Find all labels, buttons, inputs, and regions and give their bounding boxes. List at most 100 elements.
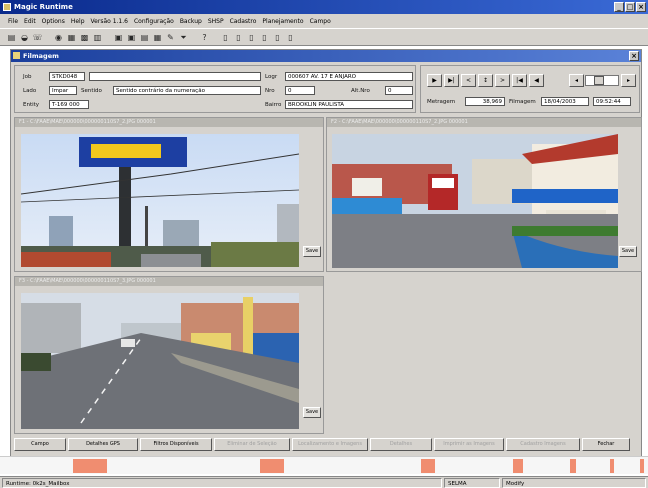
altnro-label: Alt.Nro [351,88,370,94]
photo-pane-title: F2 - C:\FAAE\MAE\000000\000000110S7_2.JP… [327,118,641,127]
eliminar-selecao-button[interactable]: Eliminar de Seleção [214,438,290,451]
action-button-bar: Campo Detalhes GPS Filtros Disponíveis E… [14,438,642,452]
menu-cadastro[interactable]: Cadastro [230,18,257,25]
menu-configuracao[interactable]: Configuração [134,18,174,25]
book-icon[interactable]: ▥ [92,32,103,43]
status-bar: Runtime: 0k2s_Mailbox SELMA Modify [0,476,648,488]
toolbar-separator [212,32,218,43]
back-button[interactable]: ◀ [529,74,544,87]
lado-label: Lado [23,88,37,94]
menu-bar: File Edit Options Help Versão 1.1.6 Conf… [0,14,648,28]
detalhes-gps-button[interactable]: Detalhes GPS [68,438,138,451]
page-icon[interactable]: ▯ [259,32,270,43]
street-photo-3 [21,293,299,429]
timeline-mark[interactable] [610,459,614,473]
save-button[interactable]: Save [303,246,321,257]
scroll-left-button[interactable]: ◂ [569,74,584,87]
minimize-button[interactable]: _ [614,2,624,12]
filmagem-titlebar: Filmagem × [11,50,641,62]
save-button[interactable]: Save [619,246,637,257]
filmagem-date-field[interactable]: 18/04/2003 [541,97,589,106]
timeline-mark[interactable] [260,459,284,473]
campo-button[interactable]: Campo [14,438,66,451]
metragem-field[interactable]: 38,969 [465,97,505,106]
timeline-strip[interactable] [0,456,648,474]
menu-planejamento[interactable]: Planejamento [262,18,303,25]
menu-backup[interactable]: Backup [180,18,202,25]
position-slider[interactable] [585,75,619,86]
page-icon[interactable]: ▯ [233,32,244,43]
toolbar: ▤ ◒ ☏ ◉ ▦ ▩ ▥ ▣ ▣ ▤ ▦ ✎ ⏷ ? ▯ ▯ ▯ ▯ ▯ ▯ [0,28,648,46]
menu-edit[interactable]: Edit [24,18,36,25]
filmagem-time-field[interactable]: 09:52:44 [593,97,631,106]
sentido-field[interactable]: Sentido contrário da numeração [113,86,261,95]
timeline-mark[interactable] [73,459,107,473]
save-button[interactable]: Save [303,407,321,418]
menu-shsp[interactable]: SHSP [208,18,224,25]
car-icon[interactable]: ◒ [19,32,30,43]
photo-pane-3: F3 - C:\FAAE\MAE\000000\000000110S7_3.JP… [14,276,324,434]
menu-campo[interactable]: Campo [310,18,331,25]
toolbar-separator [105,32,111,43]
menu-options[interactable]: Options [42,18,65,25]
filmagem-title: Filmagem [23,52,59,60]
page-icon[interactable]: ▯ [272,32,283,43]
photo-pane-2: F2 - C:\FAAE\MAE\000000\000000110S7_2.JP… [326,117,642,272]
step-forward-button[interactable]: ▶| [444,74,459,87]
report-icon[interactable]: ▣ [126,32,137,43]
document-icon[interactable]: ▣ [113,32,124,43]
slider-thumb[interactable] [594,76,604,85]
entity-label: Entity [23,102,40,108]
play-button[interactable]: ▶ [427,74,442,87]
nro-field[interactable]: 0 [285,86,315,95]
timeline-mark[interactable] [640,459,644,473]
menu-version[interactable]: Versão 1.1.6 [91,18,128,25]
table-icon[interactable]: ▤ [139,32,150,43]
bairro-field[interactable]: BROOKLIN PAULISTA [285,100,413,109]
page-icon[interactable]: ▯ [246,32,257,43]
timeline-mark[interactable] [513,459,523,473]
detalhes-button[interactable]: Detalhes [370,438,432,451]
page-icon[interactable]: ▯ [285,32,296,43]
help-icon[interactable]: ? [199,32,210,43]
job-description-field[interactable] [89,72,261,81]
localizamento-imagens-button[interactable]: Localizamento e Imagens [292,438,368,451]
tools-icon[interactable]: ✎ [165,32,176,43]
user-icon[interactable]: ◉ [53,32,64,43]
grid-icon[interactable]: ▩ [79,32,90,43]
entity-field[interactable]: T-169 000 [49,100,89,109]
scroll-right-button[interactable]: ▸ [621,74,636,87]
altnro-field[interactable]: 0 [385,86,413,95]
filtros-disponiveis-button[interactable]: Filtros Disponíveis [140,438,212,451]
menu-file[interactable]: File [8,18,18,25]
first-button[interactable]: |◀ [512,74,527,87]
phone-icon[interactable]: ☏ [32,32,43,43]
print-icon[interactable]: ▦ [152,32,163,43]
cadastro-imagens-button[interactable]: Cadastro Imagens [506,438,580,451]
window-title: Magic Runtime [14,3,73,11]
next-button[interactable]: > [495,74,510,87]
maximize-button[interactable]: □ [625,2,635,12]
close-button[interactable]: × [636,2,646,12]
logr-field[interactable]: 000607 AV. 17 E ANJARO [285,72,413,81]
toolbar-separator [191,32,197,43]
fechar-button[interactable]: Fechar [582,438,630,451]
menu-help[interactable]: Help [71,18,85,25]
window-controls: _ □ × [614,2,646,12]
flip-button[interactable]: ↕ [478,74,493,87]
imprimir-imagens-button[interactable]: Imprimir as Imagens [434,438,504,451]
app-icon [3,3,11,11]
page-icon[interactable]: ▯ [220,32,231,43]
close-button[interactable]: × [629,51,639,61]
job-field[interactable]: STKD048 [49,72,85,81]
open-folder-icon[interactable]: ▤ [6,32,17,43]
photo-pane-1: F1 - C:\FAAE\MAE\000000\000000110S7_2.JP… [14,117,324,272]
timeline-mark[interactable] [570,459,576,473]
filter-icon[interactable]: ⏷ [178,32,189,43]
list-icon[interactable]: ▦ [66,32,77,43]
filmagem-label: Filmagem [509,99,536,105]
film-icon [13,52,20,59]
previous-button[interactable]: < [461,74,476,87]
lado-field[interactable]: Impar [49,86,77,95]
timeline-mark[interactable] [421,459,435,473]
